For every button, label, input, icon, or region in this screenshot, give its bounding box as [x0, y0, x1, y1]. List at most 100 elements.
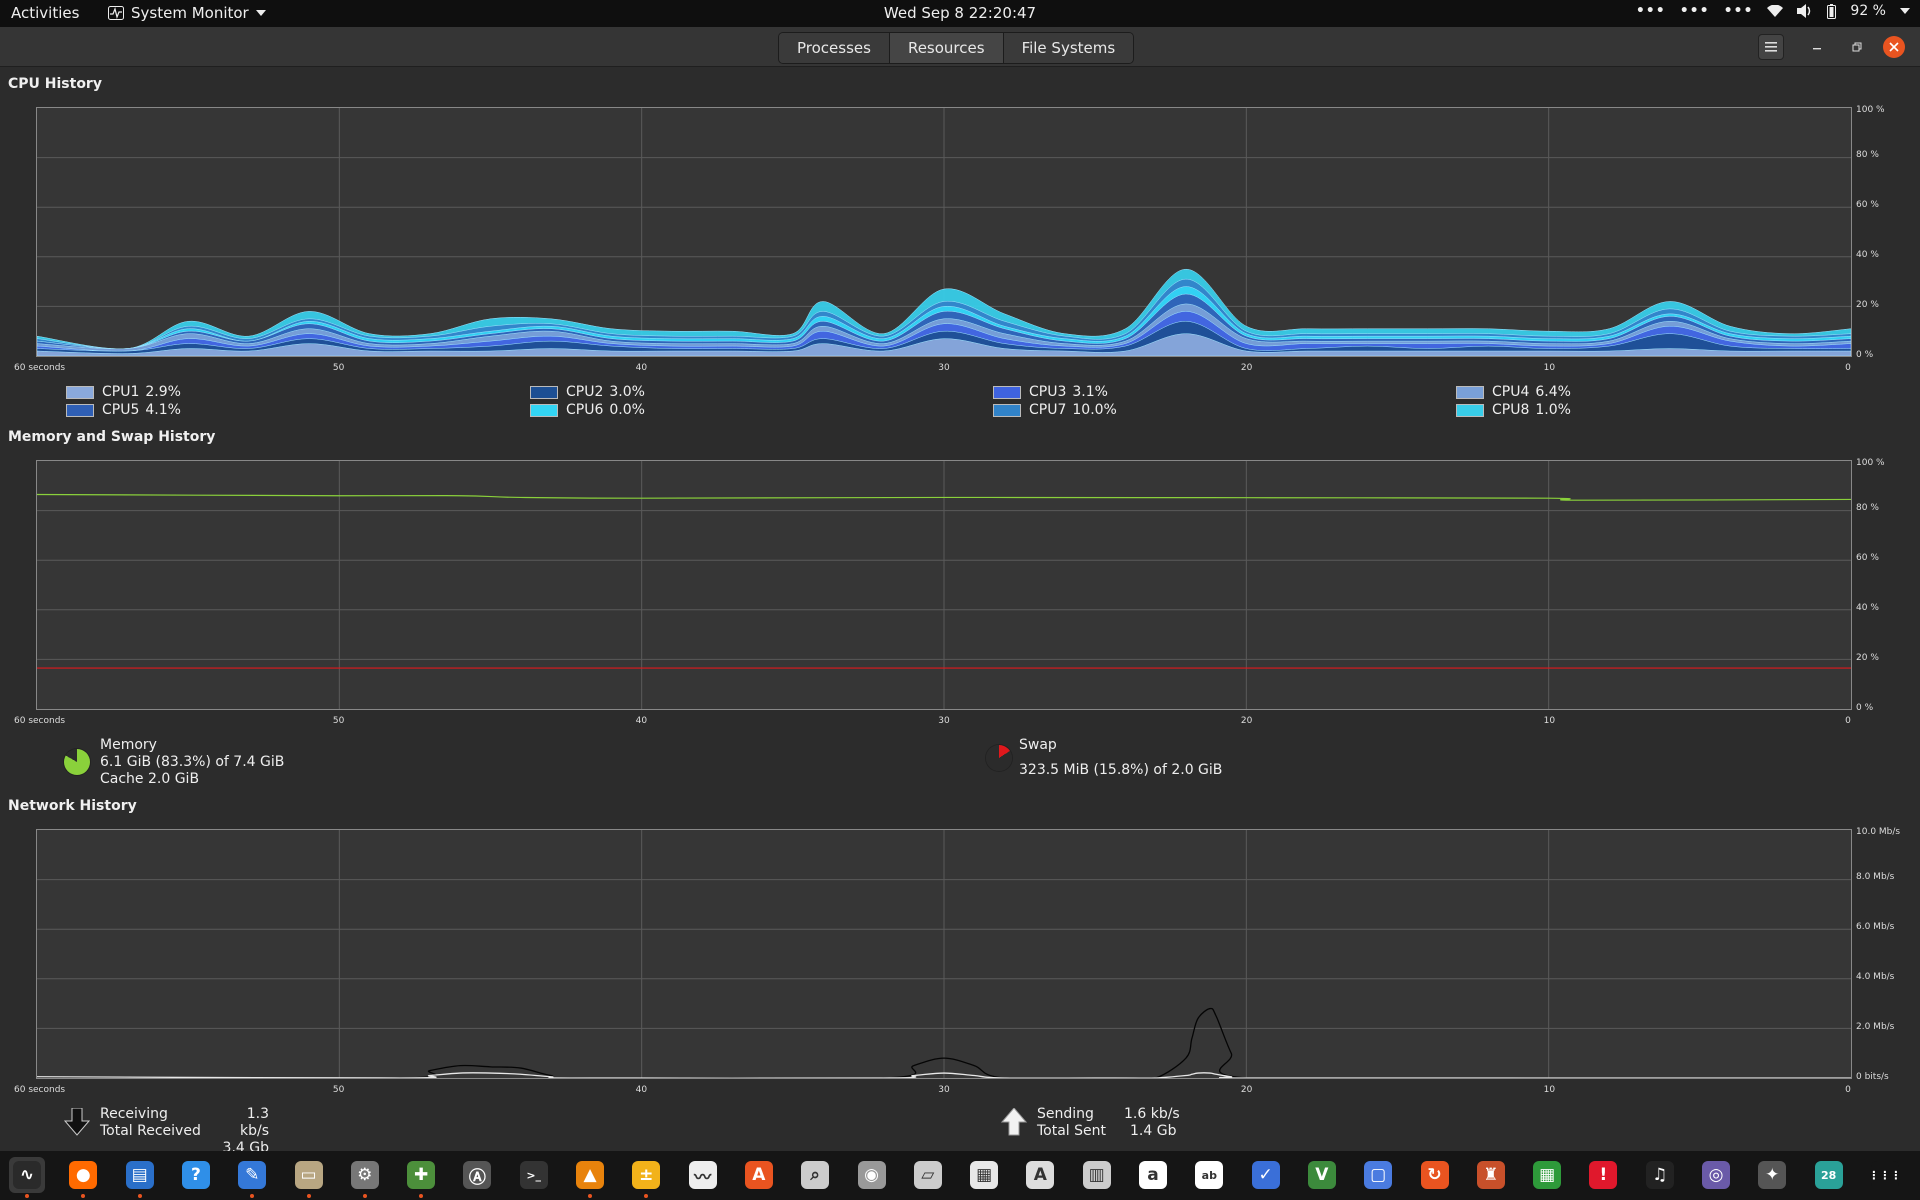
- dock-item[interactable]: ▦: [1529, 1157, 1565, 1193]
- more-icon[interactable]: •••: [1636, 3, 1666, 19]
- dock-item[interactable]: ▤: [122, 1157, 158, 1198]
- firefox-icon: ●: [69, 1161, 98, 1189]
- dock-item[interactable]: ●: [65, 1157, 101, 1198]
- dock-item[interactable]: ◎: [1698, 1157, 1734, 1193]
- color-swatch[interactable]: [66, 385, 94, 399]
- cpu-legend-name: CPU2: [566, 384, 604, 400]
- network-history-title: Network History: [8, 798, 137, 814]
- dock: ∿ ● ▤? ✎ ▭ ⚙ ✚ Ⓐ >_ ▲ ± 〰 A ⌕ ◉ ▱ ▦ A ▥ a ab ✓ V ▢ ↻ ♜ ▦! ♫ ◎ ✦ 28 ⋮⋮⋮: [0, 1151, 1920, 1200]
- minimize-button[interactable]: [1804, 34, 1830, 60]
- cpu-history-title: CPU History: [8, 76, 102, 92]
- spreadsheet-icon: ▦: [1533, 1161, 1562, 1189]
- y-tick-label: 8.0 Mb/s: [1856, 872, 1895, 882]
- cpu-legend-value: 3.1%: [1072, 384, 1108, 400]
- cpu-legend-item[interactable]: CPU8 1.0%: [1456, 402, 1571, 418]
- activities-button[interactable]: Activities: [11, 4, 79, 22]
- cpu-legend-name: CPU3: [1029, 384, 1067, 400]
- cpu-legend-item[interactable]: CPU1 2.9%: [66, 384, 181, 400]
- x-tick-label: 60 seconds: [14, 716, 66, 726]
- y-tick-label: 40 %: [1856, 250, 1879, 260]
- y-tick-label: 0 bits/s: [1856, 1072, 1889, 1082]
- receiving-values: 1.3 kb/s 3.4 Gb: [217, 1106, 269, 1157]
- swap-info: Swap 323.5 MiB (15.8%) of 2.0 GiB: [1019, 737, 1222, 779]
- dock-item[interactable]: ♫: [1642, 1157, 1678, 1193]
- dock-item[interactable]: !: [1585, 1157, 1621, 1193]
- cpu-legend-value: 1.0%: [1535, 402, 1571, 418]
- swap-pie-chart: [986, 745, 1012, 771]
- terminal-icon: >_: [519, 1161, 548, 1189]
- dock-item[interactable]: Ⓐ: [459, 1157, 495, 1193]
- view-switcher: Processes Resources File Systems: [778, 32, 1135, 64]
- color-swatch[interactable]: [530, 403, 558, 417]
- more-icon[interactable]: •••: [1724, 3, 1754, 19]
- dock-item[interactable]: >_: [516, 1157, 552, 1193]
- y-tick-label: 80 %: [1856, 503, 1879, 513]
- tab-resources[interactable]: Resources: [889, 33, 1004, 63]
- header-bar: Processes Resources File Systems: [0, 27, 1920, 67]
- sending-rate: 1.6 kb/s: [1124, 1106, 1180, 1122]
- dock-item[interactable]: 28: [1811, 1157, 1847, 1193]
- dock-item[interactable]: ↻: [1417, 1157, 1453, 1193]
- dock-item[interactable]: a: [1135, 1157, 1171, 1193]
- color-swatch[interactable]: [1456, 385, 1484, 399]
- cpu-legend-item[interactable]: CPU2 3.0%: [530, 384, 645, 400]
- hamburger-menu-button[interactable]: [1758, 34, 1784, 60]
- dock-item[interactable]: ✦: [1754, 1157, 1790, 1193]
- color-swatch[interactable]: [1456, 403, 1484, 417]
- dock-item[interactable]: ⋮⋮⋮: [1867, 1157, 1903, 1193]
- cpu-legend-item[interactable]: CPU5 4.1%: [66, 402, 181, 418]
- color-swatch[interactable]: [66, 403, 94, 417]
- dock-item[interactable]: ▦: [966, 1157, 1002, 1193]
- calculator-icon: ±: [632, 1161, 661, 1189]
- dock-item[interactable]: ±: [628, 1157, 664, 1198]
- cpu-legend-item[interactable]: CPU4 6.4%: [1456, 384, 1571, 400]
- dock-item[interactable]: ▱: [910, 1157, 946, 1193]
- cpu-legend-item[interactable]: CPU3 3.1%: [993, 384, 1108, 400]
- dock-item[interactable]: ♜: [1473, 1157, 1509, 1193]
- dock-item[interactable]: ▥: [1079, 1157, 1115, 1193]
- dock-item[interactable]: ✎: [234, 1157, 270, 1198]
- cpu-legend-value: 4.1%: [145, 402, 181, 418]
- dock-item[interactable]: A: [1022, 1157, 1058, 1193]
- dock-item[interactable]: A: [741, 1157, 777, 1193]
- dock-item[interactable]: ✚: [403, 1157, 439, 1198]
- system-tray[interactable]: ••• ••• ••• 92 %: [1636, 3, 1910, 19]
- more-icon[interactable]: •••: [1680, 3, 1710, 19]
- dock-item[interactable]: ?: [178, 1157, 214, 1193]
- cpu-legend-value: 10.0%: [1072, 402, 1117, 418]
- maximize-button[interactable]: [1844, 34, 1870, 60]
- x-tick-label: 60 seconds: [14, 1085, 66, 1095]
- dock-item[interactable]: ⌕: [797, 1157, 833, 1193]
- memory-info: Memory 6.1 GiB (83.3%) of 7.4 GiB Cache …: [100, 737, 284, 788]
- dock-item[interactable]: ∿: [9, 1157, 45, 1198]
- color-swatch[interactable]: [993, 403, 1021, 417]
- cpu-chart-svg: [37, 108, 1851, 356]
- memory-label: Memory: [100, 737, 157, 753]
- screenshot-icon: ▢: [1364, 1161, 1393, 1189]
- system-monitor-icon: [108, 6, 124, 20]
- dock-item[interactable]: ◉: [854, 1157, 890, 1193]
- dock-item[interactable]: ✓: [1248, 1157, 1284, 1193]
- cpu-legend-item[interactable]: CPU6 0.0%: [530, 402, 645, 418]
- color-swatch[interactable]: [993, 385, 1021, 399]
- settings-icon: ⚙: [350, 1161, 379, 1189]
- close-button[interactable]: [1883, 36, 1905, 58]
- dock-item[interactable]: ⚙: [347, 1157, 383, 1198]
- cpu-x-axis: 60 seconds 50 40 30 20 10 0: [0, 363, 1920, 375]
- dock-item[interactable]: V: [1304, 1157, 1340, 1193]
- x-tick-label: 0: [1845, 363, 1851, 373]
- dock-item[interactable]: 〰: [685, 1157, 721, 1193]
- cpu-legend-item[interactable]: CPU7 10.0%: [993, 402, 1117, 418]
- tab-file-systems[interactable]: File Systems: [1003, 33, 1134, 63]
- dock-item[interactable]: ▲: [572, 1157, 608, 1198]
- dock-item[interactable]: ab: [1191, 1157, 1227, 1193]
- clock[interactable]: Wed Sep 8 22:20:47: [884, 4, 1036, 22]
- color-swatch[interactable]: [530, 385, 558, 399]
- tab-processes[interactable]: Processes: [779, 33, 890, 63]
- swap-usage: 323.5 MiB (15.8%) of 2.0 GiB: [1019, 762, 1223, 778]
- app-menu-button[interactable]: System Monitor: [108, 4, 266, 22]
- y-tick-label: 40 %: [1856, 603, 1879, 613]
- volume-icon: [1797, 4, 1811, 18]
- dock-item[interactable]: ▭: [291, 1157, 327, 1198]
- dock-item[interactable]: ▢: [1360, 1157, 1396, 1193]
